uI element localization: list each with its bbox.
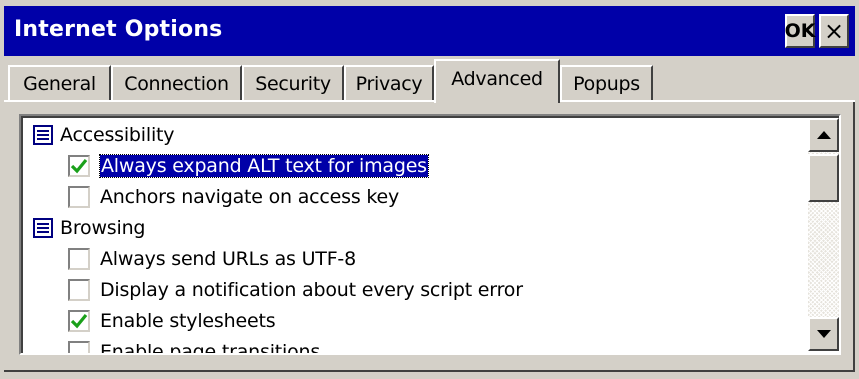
vertical-scrollbar[interactable] bbox=[808, 118, 839, 351]
checkbox-page-transitions[interactable] bbox=[68, 340, 90, 353]
tab-panel-top-edge bbox=[4, 100, 855, 102]
list-item-anchors-access-key[interactable]: Anchors navigate on access key bbox=[68, 181, 399, 212]
list-item-browsing: Browsing bbox=[33, 212, 145, 243]
window-title: Internet Options bbox=[14, 17, 223, 42]
tab-privacy-label: Privacy bbox=[355, 72, 423, 95]
tab-connection[interactable]: Connection bbox=[111, 65, 242, 100]
option-label[interactable]: Always send URLs as UTF-8 bbox=[100, 248, 356, 270]
list-item-script-error-notification[interactable]: Display a notification about every scrip… bbox=[68, 274, 523, 305]
tab-security-label: Security bbox=[255, 72, 331, 95]
arrow-down-icon bbox=[816, 330, 831, 338]
list-item-always-expand-alt[interactable]: Always expand ALT text for images bbox=[68, 150, 429, 181]
list-item-send-urls-utf8[interactable]: Always send URLs as UTF-8 bbox=[68, 243, 356, 274]
tab-panel-right-edge bbox=[853, 100, 855, 372]
checkbox-send-urls-utf8[interactable] bbox=[68, 247, 90, 270]
list-item-page-transitions[interactable]: Enable page transitions bbox=[68, 336, 320, 354]
tab-general[interactable]: General bbox=[8, 65, 111, 100]
checkbox-enable-stylesheets[interactable] bbox=[68, 309, 90, 332]
option-label[interactable]: Display a notification about every scrip… bbox=[100, 279, 523, 301]
option-label[interactable]: Enable page transitions bbox=[100, 341, 320, 354]
close-icon: × bbox=[823, 17, 845, 45]
tab-privacy[interactable]: Privacy bbox=[344, 65, 434, 100]
close-button[interactable]: × bbox=[819, 14, 849, 48]
checkmark-icon bbox=[70, 158, 88, 173]
ok-button[interactable]: OK bbox=[785, 14, 815, 48]
tab-popups-label: Popups bbox=[573, 72, 640, 95]
tab-panel-bottom-edge bbox=[4, 370, 855, 372]
option-label[interactable]: Anchors navigate on access key bbox=[100, 186, 399, 208]
checkmark-icon bbox=[70, 313, 88, 328]
option-label[interactable]: Enable stylesheets bbox=[100, 310, 276, 332]
scroll-thumb[interactable] bbox=[808, 154, 839, 202]
title-bar: Internet Options OK × bbox=[4, 6, 855, 56]
tab-general-label: General bbox=[23, 72, 96, 95]
list-inner-frame: Accessibility Always expand ALT text for… bbox=[21, 116, 839, 353]
option-label[interactable]: Always expand ALT text for images bbox=[99, 153, 429, 178]
category-label: Accessibility bbox=[60, 123, 175, 146]
checkbox-anchors-access-key[interactable] bbox=[68, 185, 90, 208]
tab-advanced-label: Advanced bbox=[451, 68, 543, 90]
settings-category-icon bbox=[33, 217, 53, 238]
checkbox-always-expand-alt[interactable] bbox=[68, 154, 90, 177]
advanced-settings-list[interactable]: Accessibility Always expand ALT text for… bbox=[19, 114, 841, 355]
checkbox-script-error-notification[interactable] bbox=[68, 278, 90, 301]
scroll-down-button[interactable] bbox=[808, 317, 839, 351]
list-item-enable-stylesheets[interactable]: Enable stylesheets bbox=[68, 305, 276, 336]
tab-connection-label: Connection bbox=[124, 72, 229, 95]
tab-popups[interactable]: Popups bbox=[560, 65, 653, 100]
category-label: Browsing bbox=[60, 216, 146, 239]
settings-category-icon bbox=[33, 124, 53, 145]
tab-security[interactable]: Security bbox=[242, 65, 344, 100]
scroll-up-button[interactable] bbox=[808, 118, 839, 152]
arrow-up-icon bbox=[816, 131, 831, 139]
list-item-accessibility: Accessibility bbox=[33, 119, 175, 150]
tab-advanced[interactable]: Advanced bbox=[434, 59, 560, 103]
